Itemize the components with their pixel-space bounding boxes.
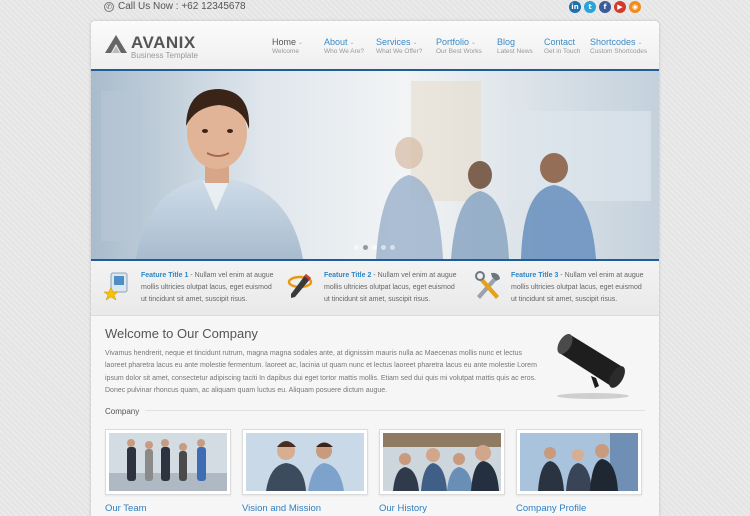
section-label: Company	[105, 407, 146, 416]
megaphone-icon	[557, 334, 629, 399]
slider-dot[interactable]	[381, 245, 386, 250]
facebook-icon[interactable]: f	[599, 1, 611, 13]
section-divider	[105, 410, 645, 411]
site-header: AVANIX Business Template Home ⌄ Welcome A…	[91, 21, 659, 69]
card-thumbnail[interactable]	[105, 429, 231, 495]
nav-item-home[interactable]: Home ⌄ Welcome	[272, 37, 324, 55]
nav-label: Shortcodes	[590, 37, 636, 47]
chevron-down-icon: ⌄	[298, 39, 304, 46]
card-title[interactable]: Company Profile	[516, 503, 644, 514]
feature-title[interactable]: Feature Title 2	[324, 272, 371, 279]
rss-icon[interactable]: ◉	[629, 1, 641, 13]
slider-dot-active[interactable]	[363, 245, 368, 250]
vision-photo	[246, 433, 364, 491]
nav-item-services[interactable]: Services ⌄ What We Offer?	[376, 37, 436, 55]
nav-sub: What We Offer?	[376, 48, 423, 55]
card-company-profile[interactable]: Company Profile	[516, 429, 644, 514]
logo[interactable]: AVANIX Business Template	[104, 34, 198, 60]
nav-item-portfolio[interactable]: Portfolio ⌄ Our Best Works	[436, 37, 497, 55]
tools-icon	[475, 271, 500, 299]
slider-dot[interactable]	[354, 245, 359, 250]
call-us: ✆ Call Us Now : +62 12345678	[104, 1, 246, 12]
nav-item-blog[interactable]: Blog Latest News	[497, 37, 544, 55]
nav-sub: Latest News	[497, 48, 533, 55]
nav-label: Portfolio	[436, 37, 470, 47]
card-our-team[interactable]: Our Team	[105, 429, 233, 514]
feature-title[interactable]: Feature Title 3	[511, 272, 558, 279]
nav-sub: Welcome	[272, 48, 299, 55]
nav-label: About	[324, 37, 348, 47]
call-us-text: Call Us Now : +62 12345678	[118, 1, 246, 12]
card-title[interactable]: Our Team	[105, 503, 233, 514]
slider-dots	[354, 245, 395, 250]
nav-label: Blog	[497, 37, 516, 47]
nav-item-contact[interactable]: Contact Get in Touch	[544, 37, 590, 55]
logo-tagline: Business Template	[131, 51, 198, 60]
card-title[interactable]: Our History	[379, 503, 507, 514]
card-thumbnail[interactable]	[242, 429, 368, 495]
feature-text: Feature Title 3 - Nullam vel enim at aug…	[511, 270, 645, 306]
page-container: AVANIX Business Template Home ⌄ Welcome A…	[91, 21, 659, 516]
card-thumbnail[interactable]	[379, 429, 505, 495]
top-bar: ✆ Call Us Now : +62 12345678 in t f ▶ ◉	[0, 0, 750, 18]
chevron-down-icon: ⌄	[471, 39, 477, 46]
phone-icon: ✆	[104, 1, 114, 12]
hero-slider[interactable]	[91, 69, 659, 261]
slider-dot[interactable]	[372, 245, 377, 250]
card-title[interactable]: Vision and Mission	[242, 503, 370, 514]
feature-1: Feature Title 1 - Nullam vel enim at aug…	[103, 270, 275, 306]
pencil-ring-icon	[287, 274, 313, 298]
welcome-title: Welcome to Our Company	[105, 326, 258, 341]
nav-sub: Get in Touch	[544, 48, 581, 55]
computer-star-icon	[103, 272, 128, 300]
nav-label: Contact	[544, 37, 576, 47]
logo-mark-icon	[105, 35, 127, 53]
card-thumbnail[interactable]	[516, 429, 642, 495]
twitter-icon[interactable]: t	[584, 1, 596, 13]
feature-text: Feature Title 2 - Nullam vel enim at aug…	[324, 270, 458, 306]
feature-3: Feature Title 3 - Nullam vel enim at aug…	[473, 270, 645, 306]
team-photo	[109, 433, 227, 491]
nav-sub: Who We Are?	[324, 48, 364, 55]
features-strip: Feature Title 1 - Nullam vel enim at aug…	[91, 261, 659, 316]
social-links: in t f ▶ ◉	[569, 1, 641, 13]
nav-item-about[interactable]: About ⌄ Who We Are?	[324, 37, 376, 55]
feature-text: Feature Title 1 - Nullam vel enim at aug…	[141, 270, 275, 306]
youtube-icon[interactable]: ▶	[614, 1, 626, 13]
profile-photo	[520, 433, 638, 491]
card-our-history[interactable]: Our History	[379, 429, 507, 514]
nav-sub: Our Best Works	[436, 48, 482, 55]
nav-label: Services	[376, 37, 411, 47]
chevron-down-icon: ⌄	[412, 39, 418, 46]
hero-image	[91, 71, 659, 259]
nav-sub: Custom Shortcodes	[590, 48, 648, 55]
card-vision-mission[interactable]: Vision and Mission	[242, 429, 370, 514]
chevron-down-icon: ⌄	[349, 39, 355, 46]
welcome-text: Vivamus hendrerit, neque et tincidunt ru…	[105, 350, 537, 394]
slider-dot[interactable]	[390, 245, 395, 250]
feature-title[interactable]: Feature Title 1	[141, 272, 188, 279]
history-photo	[383, 433, 501, 491]
main-nav: Home ⌄ Welcome About ⌄ Who We Are? Service…	[272, 37, 648, 55]
linkedin-icon[interactable]: in	[569, 1, 581, 13]
logo-name: AVANIX	[131, 33, 196, 52]
feature-2: Feature Title 2 - Nullam vel enim at aug…	[286, 270, 458, 306]
nav-label: Home	[272, 37, 297, 47]
nav-item-shortcodes[interactable]: Shortcodes ⌄ Custom Shortcodes	[590, 37, 648, 55]
chevron-down-icon: ⌄	[637, 39, 643, 46]
